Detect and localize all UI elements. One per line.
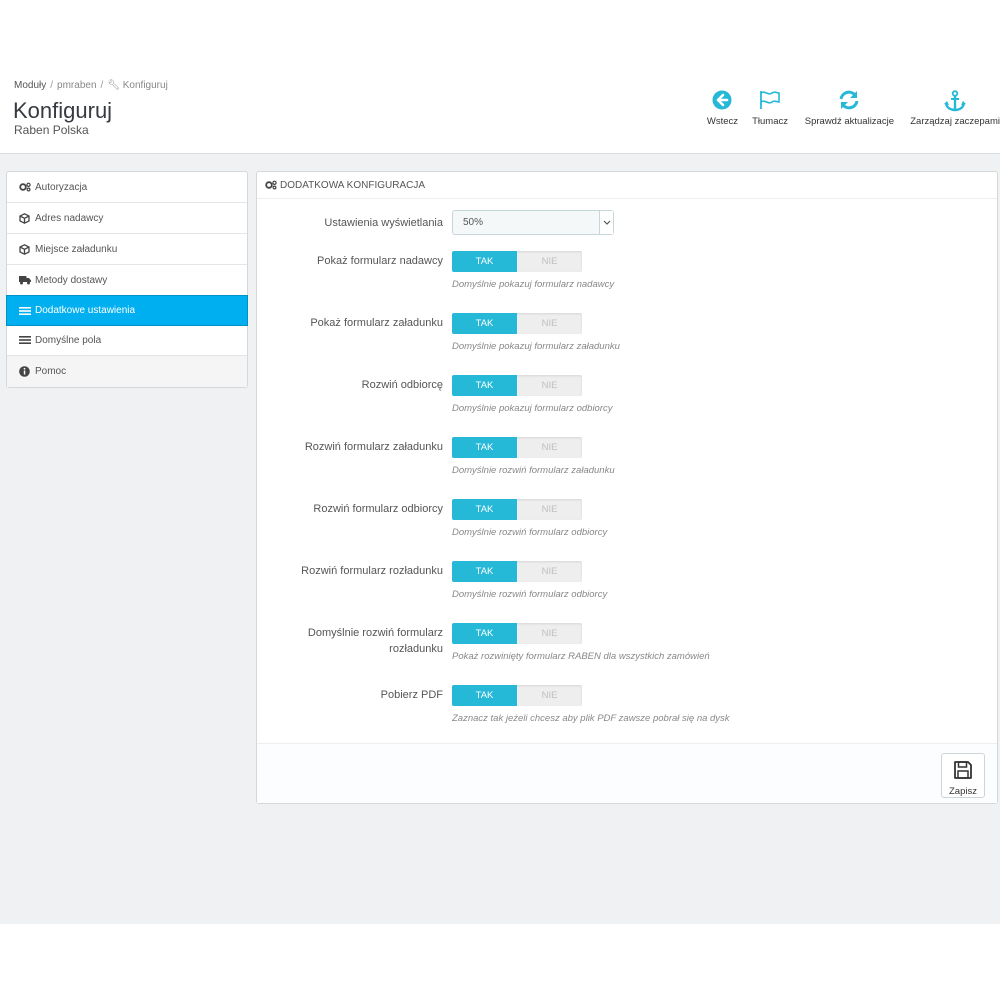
panel-heading: DODATKOWA KONFIGURACJA (257, 172, 997, 199)
list-icon (19, 306, 32, 316)
switch-label: Pokaż formularz załadunku (310, 317, 443, 329)
switch-yes[interactable]: TAK (452, 375, 517, 396)
sidebar-item-dodatkowe-ustawienia[interactable]: Dodatkowe ustawienia (6, 295, 248, 326)
anchor-icon (910, 90, 1000, 112)
sidebar-item-domyslne-pola[interactable]: Domyślne pola (7, 325, 247, 356)
switch-label: Pobierz PDF (380, 689, 443, 701)
switch-yes[interactable]: TAK (452, 623, 517, 644)
switch-no[interactable]: NIE (517, 251, 582, 272)
wrench-icon: 🔧︎ (107, 80, 120, 91)
switch-no[interactable]: NIE (517, 313, 582, 334)
switch-yes[interactable]: TAK (452, 251, 517, 272)
display-setting-select[interactable]: 50% (452, 210, 614, 235)
switch-label: Rozwiń formularz załadunku (304, 441, 443, 453)
switch-label: Rozwiń formularz odbiorcy (313, 503, 443, 515)
help-text: Zaznacz tak jeżeli chcesz aby plik PDF z… (452, 713, 730, 724)
switch-no[interactable]: NIE (517, 437, 582, 458)
breadcrumb: Moduły / pmraben / 🔧︎ Konfiguruj (14, 80, 168, 91)
switch-download-pdf[interactable]: TAK NIE (452, 685, 582, 706)
breadcrumb-modules[interactable]: Moduły (14, 80, 46, 91)
switch-yes[interactable]: TAK (452, 313, 517, 334)
cogs-icon (19, 182, 32, 192)
help-text: Domyślnie rozwiń formularz odbiorcy (452, 527, 608, 538)
page-title: Konfiguruj (13, 98, 113, 123)
page-subtitle: Raben Polska (14, 123, 89, 137)
info-icon (19, 366, 32, 377)
switch-no[interactable]: NIE (517, 375, 582, 396)
switch-show-sender-form[interactable]: TAK NIE (452, 251, 582, 272)
switch-expand-recipient-form[interactable]: TAK NIE (452, 499, 582, 520)
switch-no[interactable]: NIE (517, 623, 582, 644)
check-updates-button[interactable]: Sprawdź aktualizacje (805, 90, 894, 127)
breadcrumb-current: 🔧︎ Konfiguruj (107, 80, 168, 91)
flag-icon (752, 90, 788, 112)
switch-expand-recipient[interactable]: TAK NIE (452, 375, 582, 396)
translate-button[interactable]: Tłumacz (752, 90, 788, 127)
back-button[interactable]: Wstecz (707, 90, 738, 127)
config-panel: DODATKOWA KONFIGURACJA Ustawienia wyświe… (256, 171, 998, 804)
sidebar-nav: Autoryzacja Adres nadawcy Miejsce załadu… (6, 171, 248, 388)
sidebar-item-pomoc[interactable]: Pomoc (7, 356, 247, 387)
save-button[interactable]: Zapisz (941, 753, 985, 798)
switch-yes[interactable]: TAK (452, 561, 517, 582)
switch-expand-loading-form[interactable]: TAK NIE (452, 437, 582, 458)
arrow-circle-left-icon (707, 90, 738, 112)
switch-default-expand-unloading[interactable]: TAK NIE (452, 623, 582, 644)
help-text: Domyślnie pokazuj formularz odbiorcy (452, 403, 613, 414)
floppy-disk-icon (942, 760, 984, 783)
switch-show-loading-form[interactable]: TAK NIE (452, 313, 582, 334)
switch-no[interactable]: NIE (517, 499, 582, 520)
list-icon (19, 335, 32, 345)
switch-no[interactable]: NIE (517, 685, 582, 706)
switch-label: Pokaż formularz nadawcy (317, 255, 443, 267)
sidebar-item-metody-dostawy[interactable]: Metody dostawy (7, 265, 247, 296)
switch-no[interactable]: NIE (517, 561, 582, 582)
sidebar-item-miejsce-zaladunku[interactable]: Miejsce załadunku (7, 234, 247, 265)
sidebar-item-autoryzacja[interactable]: Autoryzacja (7, 172, 247, 203)
switch-yes[interactable]: TAK (452, 685, 517, 706)
chevron-down-icon (599, 211, 613, 234)
page-header: Moduły / pmraben / 🔧︎ Konfiguruj Konfiguruj … (0, 70, 1000, 154)
truck-icon (19, 275, 32, 285)
switch-label: Rozwiń formularz rozładunku (301, 565, 443, 577)
display-setting-value: 50% (463, 217, 484, 228)
switch-label: Rozwiń odbiorcę (361, 379, 443, 391)
help-text: Domyślnie pokazuj formularz nadawcy (452, 279, 615, 290)
panel-footer: Zapisz (257, 743, 997, 803)
cogs-icon (265, 180, 277, 190)
help-text: Domyślnie rozwiń formularz odbiorcy (452, 589, 608, 600)
manage-hooks-button[interactable]: Zarządzaj zaczepami (910, 90, 1000, 127)
help-text: Domyślnie rozwiń formularz załadunku (452, 465, 615, 476)
switch-label: Domyślnie rozwiń formularz rozładunku (307, 627, 443, 655)
switch-yes[interactable]: TAK (452, 499, 517, 520)
switch-expand-unloading-form[interactable]: TAK NIE (452, 561, 582, 582)
cube-icon (19, 212, 32, 224)
cube-icon (19, 243, 32, 255)
help-text: Domyślnie pokazuj formularz załadunku (452, 341, 620, 352)
display-setting-label: Ustawienia wyświetlania (324, 217, 443, 229)
refresh-icon (805, 90, 894, 112)
switch-yes[interactable]: TAK (452, 437, 517, 458)
help-text: Pokaż rozwinięty formularz RABEN dla wsz… (452, 651, 710, 662)
sidebar-item-adres-nadawcy[interactable]: Adres nadawcy (7, 203, 247, 234)
breadcrumb-pmraben[interactable]: pmraben (57, 80, 96, 91)
